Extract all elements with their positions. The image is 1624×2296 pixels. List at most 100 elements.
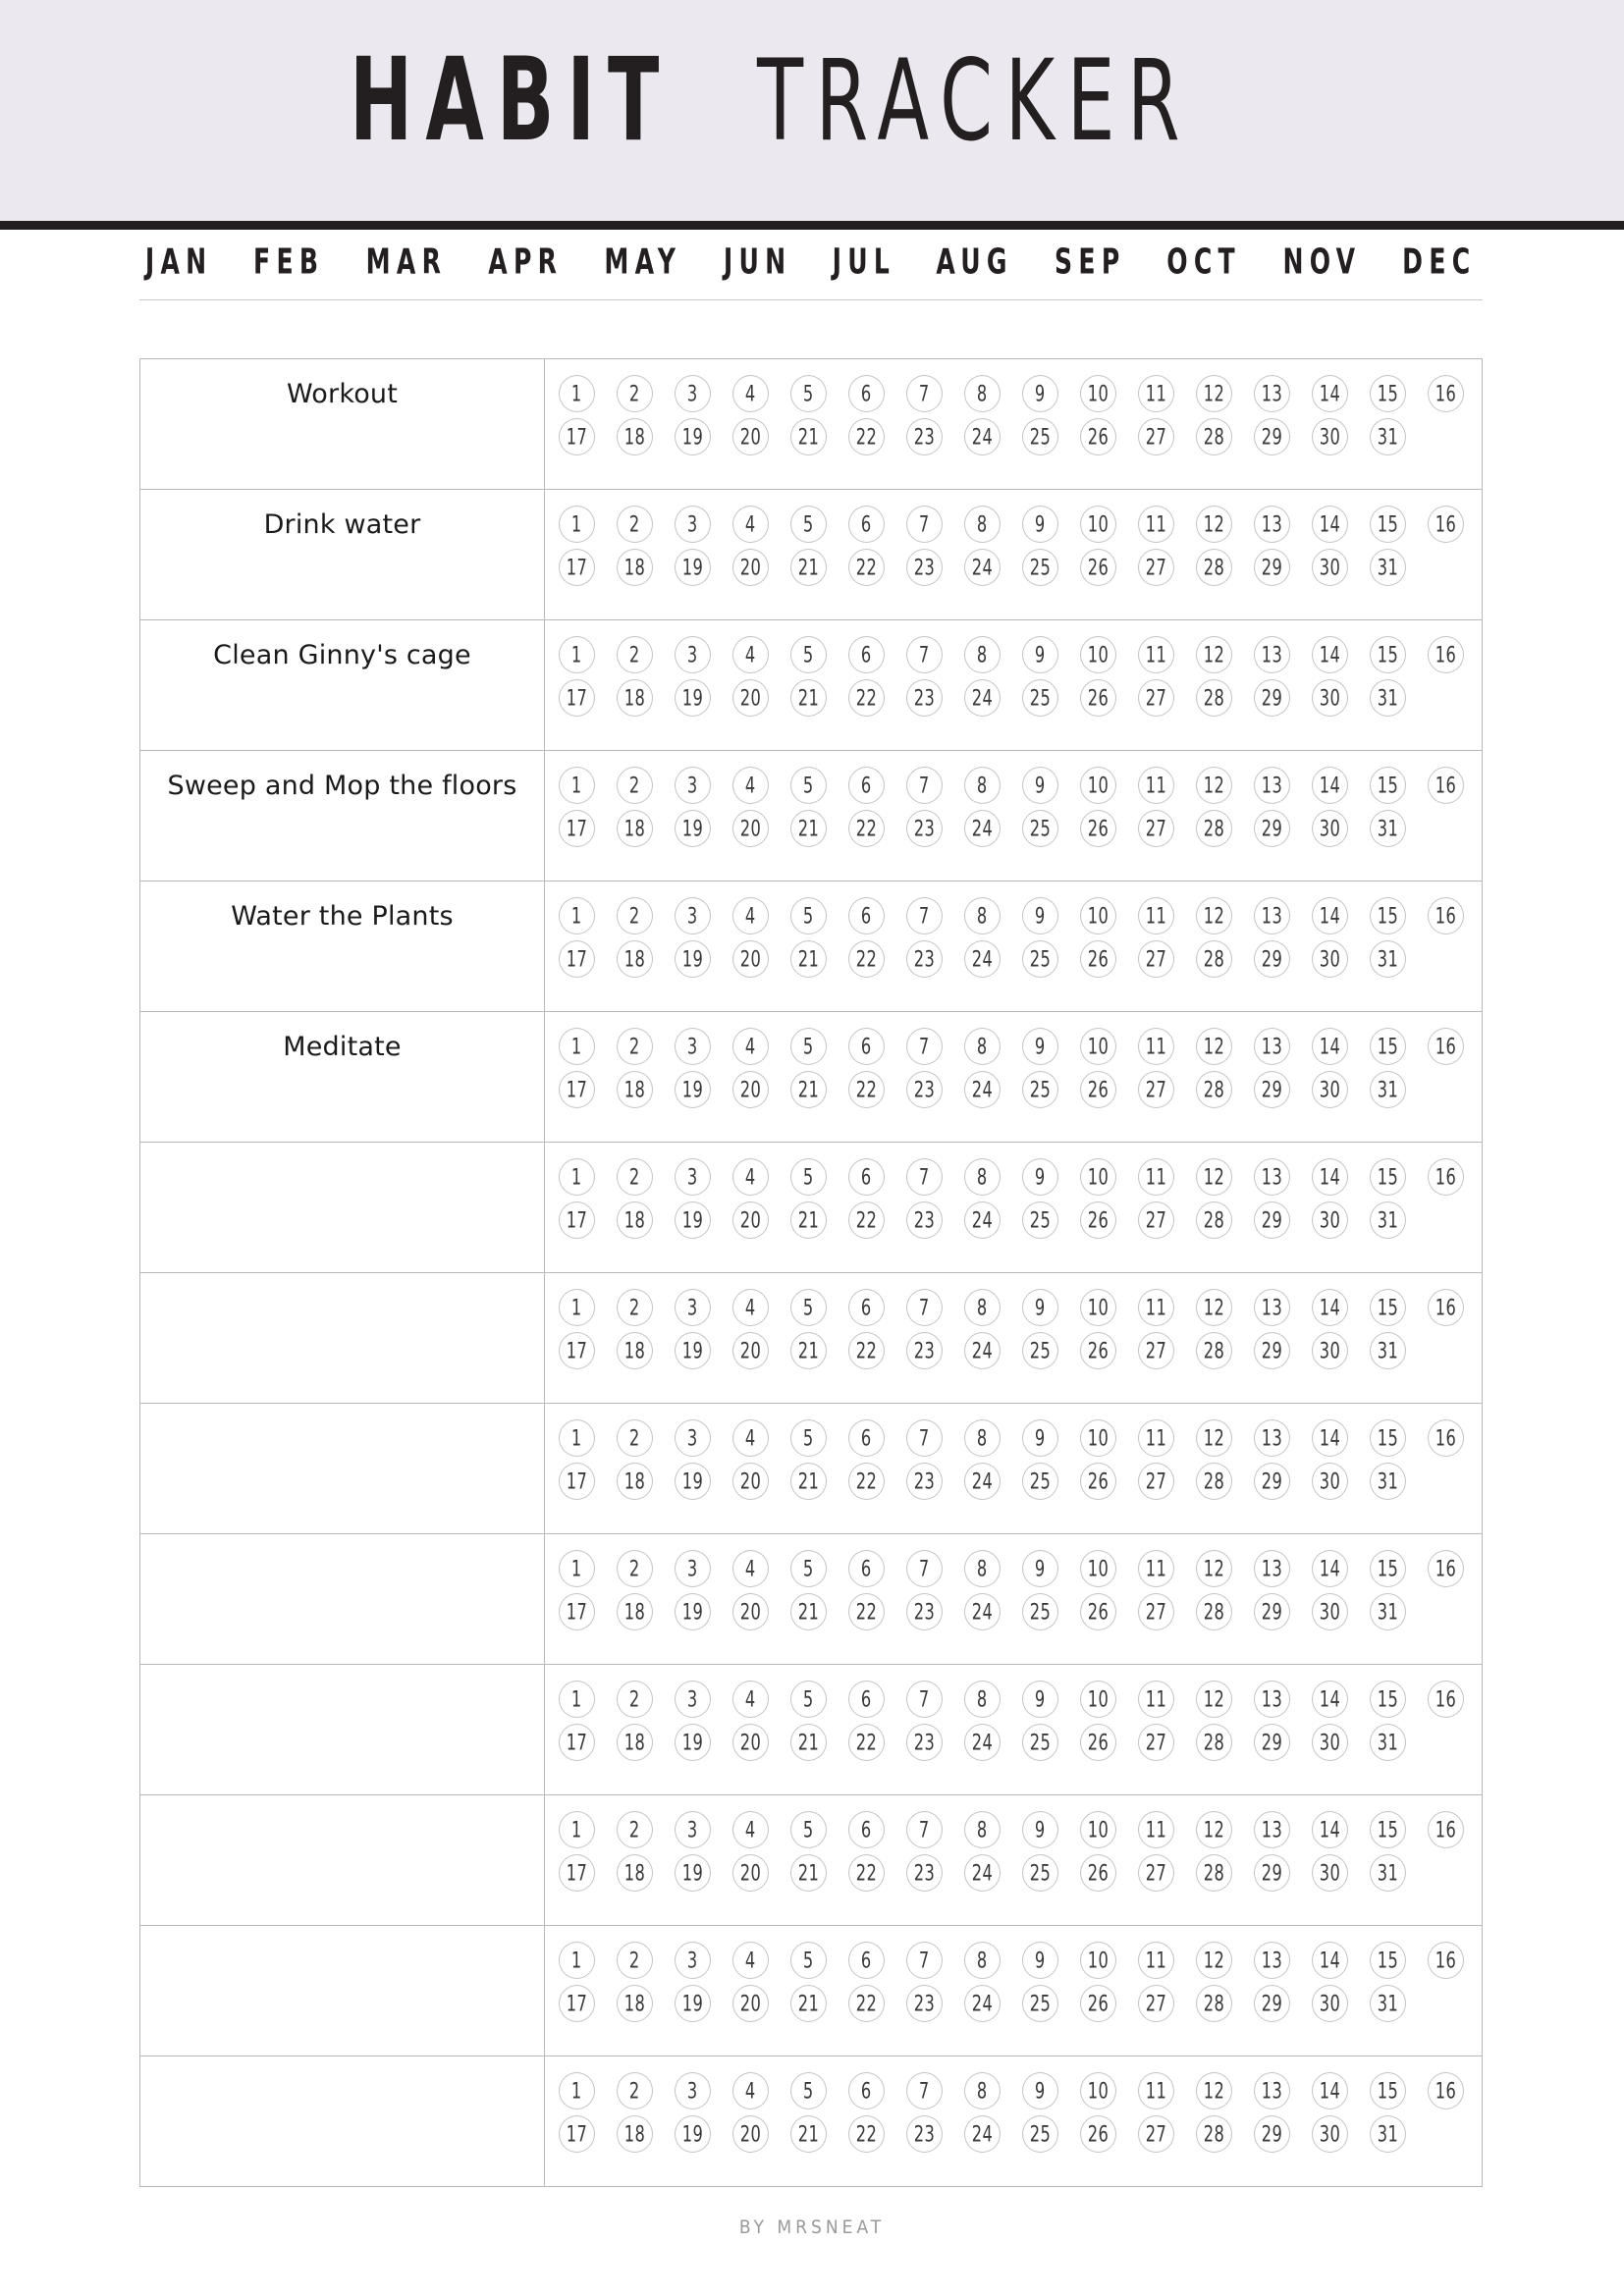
day-circle[interactable]: 1 <box>559 636 595 673</box>
day-circle[interactable]: 9 <box>1022 1811 1058 1848</box>
day-circle[interactable]: 3 <box>675 1419 711 1457</box>
day-circle[interactable]: 19 <box>675 1463 711 1500</box>
day-circle[interactable]: 5 <box>790 1550 827 1587</box>
day-circle[interactable]: 27 <box>1138 1071 1174 1108</box>
day-circle[interactable]: 15 <box>1370 1158 1406 1196</box>
day-circle[interactable]: 11 <box>1138 1028 1174 1065</box>
day-circle[interactable]: 30 <box>1312 940 1348 978</box>
day-circle[interactable]: 12 <box>1196 1158 1232 1196</box>
day-circle[interactable]: 28 <box>1196 1332 1232 1369</box>
day-circle[interactable]: 9 <box>1022 1158 1058 1196</box>
day-circle[interactable]: 20 <box>732 1985 769 2022</box>
day-circle[interactable]: 30 <box>1312 1724 1348 1761</box>
day-circle[interactable]: 27 <box>1138 679 1174 717</box>
day-circle[interactable]: 8 <box>964 375 1001 412</box>
day-circle[interactable]: 10 <box>1080 506 1116 543</box>
day-circle[interactable]: 28 <box>1196 418 1232 455</box>
day-circle[interactable]: 18 <box>617 549 653 586</box>
day-circle[interactable]: 16 <box>1428 1681 1464 1718</box>
day-circle[interactable]: 29 <box>1254 1071 1290 1108</box>
day-circle[interactable]: 12 <box>1196 1681 1232 1718</box>
day-circle[interactable]: 31 <box>1370 1071 1406 1108</box>
day-circle[interactable]: 4 <box>732 767 769 804</box>
day-circle[interactable]: 20 <box>732 679 769 717</box>
day-circle[interactable]: 28 <box>1196 549 1232 586</box>
day-circle[interactable]: 26 <box>1080 1854 1116 1892</box>
day-circle[interactable]: 24 <box>964 1724 1001 1761</box>
day-circle[interactable]: 30 <box>1312 1985 1348 2022</box>
day-circle[interactable]: 15 <box>1370 2072 1406 2109</box>
day-circle[interactable]: 7 <box>906 636 943 673</box>
day-circle[interactable]: 17 <box>559 418 595 455</box>
day-circle[interactable]: 11 <box>1138 897 1174 934</box>
day-circle[interactable]: 15 <box>1370 375 1406 412</box>
day-circle[interactable]: 10 <box>1080 767 1116 804</box>
habit-name-cell[interactable]: Meditate <box>140 1012 545 1142</box>
day-circle[interactable]: 6 <box>848 2072 885 2109</box>
day-circle[interactable]: 27 <box>1138 1201 1174 1239</box>
day-circle[interactable]: 2 <box>617 1289 653 1326</box>
day-circle[interactable]: 5 <box>790 375 827 412</box>
day-circle[interactable]: 18 <box>617 1724 653 1761</box>
day-circle[interactable]: 13 <box>1254 1158 1290 1196</box>
day-circle[interactable]: 17 <box>559 1724 595 1761</box>
day-circle[interactable]: 9 <box>1022 375 1058 412</box>
day-circle[interactable]: 7 <box>906 1289 943 1326</box>
day-circle[interactable]: 22 <box>848 679 885 717</box>
day-circle[interactable]: 6 <box>848 1942 885 1979</box>
day-circle[interactable]: 15 <box>1370 767 1406 804</box>
day-circle[interactable]: 16 <box>1428 1158 1464 1196</box>
day-circle[interactable]: 4 <box>732 1550 769 1587</box>
day-circle[interactable]: 23 <box>906 1463 943 1500</box>
day-circle[interactable]: 1 <box>559 767 595 804</box>
day-circle[interactable]: 13 <box>1254 897 1290 934</box>
habit-name-cell[interactable] <box>140 1926 545 2056</box>
month-mar[interactable]: MAR <box>364 244 449 280</box>
month-oct[interactable]: OCT <box>1164 244 1242 280</box>
day-circle[interactable]: 8 <box>964 1289 1001 1326</box>
day-circle[interactable]: 24 <box>964 1201 1001 1239</box>
day-circle[interactable]: 27 <box>1138 1593 1174 1630</box>
habit-name-cell[interactable]: Sweep and Mop the floors <box>140 751 545 881</box>
day-circle[interactable]: 15 <box>1370 1289 1406 1326</box>
day-circle[interactable]: 13 <box>1254 1419 1290 1457</box>
day-circle[interactable]: 22 <box>848 1332 885 1369</box>
day-circle[interactable]: 14 <box>1312 897 1348 934</box>
day-circle[interactable]: 11 <box>1138 767 1174 804</box>
day-circle[interactable]: 4 <box>732 1158 769 1196</box>
day-circle[interactable]: 7 <box>906 767 943 804</box>
day-circle[interactable]: 22 <box>848 549 885 586</box>
day-circle[interactable]: 17 <box>559 1332 595 1369</box>
day-circle[interactable]: 31 <box>1370 418 1406 455</box>
day-circle[interactable]: 5 <box>790 1419 827 1457</box>
day-circle[interactable]: 25 <box>1022 1071 1058 1108</box>
day-circle[interactable]: 21 <box>790 810 827 847</box>
day-circle[interactable]: 20 <box>732 1463 769 1500</box>
day-circle[interactable]: 19 <box>675 1593 711 1630</box>
day-circle[interactable]: 31 <box>1370 2115 1406 2153</box>
day-circle[interactable]: 20 <box>732 1724 769 1761</box>
day-circle[interactable]: 11 <box>1138 375 1174 412</box>
day-circle[interactable]: 8 <box>964 1158 1001 1196</box>
day-circle[interactable]: 2 <box>617 2072 653 2109</box>
day-circle[interactable]: 12 <box>1196 1942 1232 1979</box>
day-circle[interactable]: 21 <box>790 2115 827 2153</box>
day-circle[interactable]: 19 <box>675 679 711 717</box>
day-circle[interactable]: 31 <box>1370 1463 1406 1500</box>
day-circle[interactable]: 14 <box>1312 1158 1348 1196</box>
day-circle[interactable]: 16 <box>1428 767 1464 804</box>
day-circle[interactable]: 6 <box>848 1811 885 1848</box>
day-circle[interactable]: 15 <box>1370 636 1406 673</box>
day-circle[interactable]: 18 <box>617 2115 653 2153</box>
day-circle[interactable]: 10 <box>1080 636 1116 673</box>
day-circle[interactable]: 9 <box>1022 1419 1058 1457</box>
day-circle[interactable]: 2 <box>617 1419 653 1457</box>
day-circle[interactable]: 12 <box>1196 1550 1232 1587</box>
day-circle[interactable]: 4 <box>732 636 769 673</box>
day-circle[interactable]: 7 <box>906 1158 943 1196</box>
day-circle[interactable]: 30 <box>1312 1593 1348 1630</box>
day-circle[interactable]: 6 <box>848 1028 885 1065</box>
day-circle[interactable]: 3 <box>675 767 711 804</box>
day-circle[interactable]: 25 <box>1022 549 1058 586</box>
day-circle[interactable]: 4 <box>732 506 769 543</box>
